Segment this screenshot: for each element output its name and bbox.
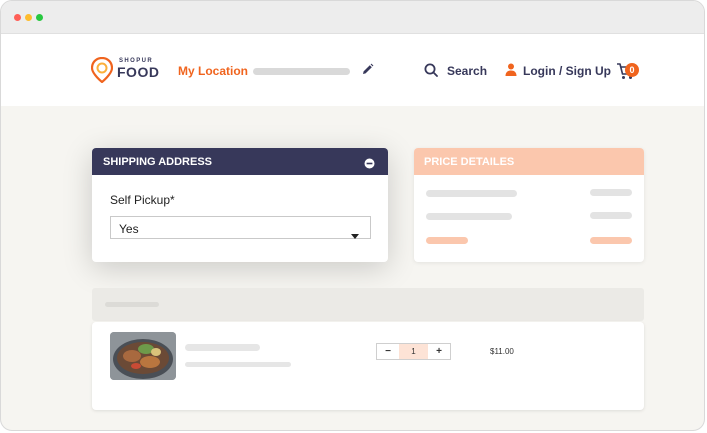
logo-text[interactable]: FOOD — [117, 64, 159, 80]
shipping-address-header[interactable]: SHIPPING ADDRESS — [92, 148, 388, 175]
search-link[interactable]: Search — [447, 64, 487, 78]
total-label-placeholder — [426, 237, 468, 244]
dropdown-caret-icon — [351, 226, 359, 244]
edit-location-icon[interactable] — [361, 63, 374, 81]
user-icon[interactable] — [505, 63, 517, 81]
price-label-placeholder — [426, 213, 512, 220]
total-value-placeholder — [590, 237, 632, 244]
item-description-placeholder — [185, 362, 291, 367]
location-placeholder-bar — [253, 68, 350, 75]
shipping-address-card: SHIPPING ADDRESS Self Pickup* Yes — [92, 148, 388, 262]
self-pickup-label: Self Pickup* — [110, 193, 175, 207]
window-titlebar — [1, 1, 704, 34]
logo-pin-icon[interactable] — [90, 56, 114, 88]
close-window-dot[interactable] — [14, 14, 21, 21]
price-details-header: PRICE DETAILES — [414, 148, 644, 175]
price-label-placeholder — [426, 190, 517, 197]
minimize-window-dot[interactable] — [25, 14, 32, 21]
cart-list-header — [92, 288, 644, 321]
maximize-window-dot[interactable] — [36, 14, 43, 21]
quantity-value[interactable]: 1 — [399, 344, 428, 359]
food-image — [110, 332, 176, 380]
price-value-placeholder — [590, 212, 632, 219]
my-location-link[interactable]: My Location — [178, 64, 248, 78]
collapse-minus-icon[interactable] — [364, 156, 375, 174]
item-name-placeholder — [185, 344, 260, 351]
search-icon[interactable] — [424, 63, 438, 82]
site-header: SHOPUR FOOD My Location Search Login / S… — [1, 34, 704, 106]
cart-header-placeholder — [105, 302, 159, 307]
increase-quantity-button[interactable]: + — [428, 344, 450, 359]
cart-count-badge: 0 — [625, 63, 639, 77]
browser-window: SHOPUR FOOD My Location Search Login / S… — [0, 0, 705, 431]
cart-item-row: − 1 + $11.00 — [92, 322, 644, 410]
decrease-quantity-button[interactable]: − — [377, 344, 399, 359]
self-pickup-select[interactable]: Yes — [110, 216, 371, 239]
quantity-stepper: − 1 + — [376, 343, 451, 360]
item-price: $11.00 — [490, 347, 514, 356]
price-details-title: PRICE DETAILES — [424, 156, 515, 168]
login-signup-link[interactable]: Login / Sign Up — [523, 64, 611, 78]
self-pickup-value: Yes — [119, 222, 139, 236]
price-value-placeholder — [590, 189, 632, 196]
shipping-address-title: SHIPPING ADDRESS — [103, 156, 213, 168]
price-details-card: PRICE DETAILES — [414, 148, 644, 262]
